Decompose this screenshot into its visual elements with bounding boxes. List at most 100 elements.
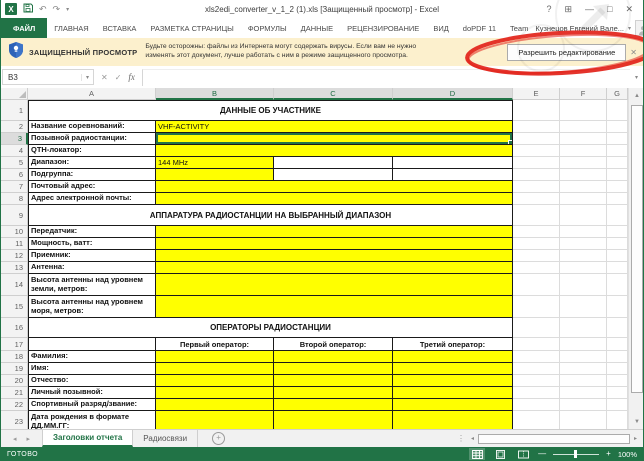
cell-empty[interactable]: [607, 133, 628, 145]
cell-value[interactable]: [156, 411, 274, 429]
cell-value[interactable]: [393, 375, 513, 387]
row-header-23[interactable]: 23: [1, 411, 28, 429]
cell-label[interactable]: Дата рождения в формате ДД.ММ.ГГ:: [28, 411, 156, 429]
cell-label[interactable]: QTH-локатор:: [28, 145, 156, 157]
warning-close-icon[interactable]: ✕: [630, 48, 643, 57]
cell-value[interactable]: [156, 169, 274, 181]
operator-header-cell[interactable]: Первый оператор:: [156, 338, 274, 351]
horizontal-scrollbar[interactable]: ◂ ▸: [469, 433, 639, 444]
select-all-corner[interactable]: [1, 88, 28, 100]
cell-empty[interactable]: [607, 193, 628, 205]
row-header-9[interactable]: 9: [1, 205, 28, 226]
ribbon-tab-0[interactable]: ФАЙЛ: [1, 18, 48, 38]
cell-empty[interactable]: [607, 375, 628, 387]
ribbon-tab-4[interactable]: ФОРМУЛЫ: [241, 18, 294, 38]
cell-value[interactable]: [393, 387, 513, 399]
scroll-down-icon[interactable]: ▼: [629, 414, 643, 429]
avatar[interactable]: [635, 20, 643, 36]
scroll-left-icon[interactable]: ◂: [469, 435, 476, 442]
row-header-16[interactable]: 16: [1, 318, 28, 338]
row-header-22[interactable]: 22: [1, 399, 28, 411]
user-caret-icon[interactable]: ▾: [628, 25, 631, 32]
cell-value[interactable]: [156, 351, 274, 363]
cell-empty[interactable]: [560, 363, 607, 375]
sheet-tab-0[interactable]: Заголовки отчета: [42, 430, 134, 447]
cell-empty[interactable]: [607, 363, 628, 375]
cell-empty[interactable]: [560, 387, 607, 399]
cell-value[interactable]: [274, 411, 393, 429]
cell-value[interactable]: [156, 181, 513, 193]
cell-empty[interactable]: [607, 296, 628, 318]
row-header-12[interactable]: 12: [1, 250, 28, 262]
row-header-4[interactable]: 4: [1, 145, 28, 157]
row-header-18[interactable]: 18: [1, 351, 28, 363]
cell-value[interactable]: [393, 363, 513, 375]
ribbon-tab-1[interactable]: ГЛАВНАЯ: [47, 18, 95, 38]
cell-empty[interactable]: [560, 375, 607, 387]
cell-label[interactable]: Передатчик:: [28, 226, 156, 238]
row-header-15[interactable]: 15: [1, 296, 28, 318]
cell-empty[interactable]: [560, 274, 607, 296]
cell-empty[interactable]: [513, 145, 560, 157]
minimize-button[interactable]: —: [585, 4, 594, 14]
ribbon-tab-9[interactable]: Team: [503, 18, 535, 38]
cell-label[interactable]: Отчество:: [28, 375, 156, 387]
cell-empty[interactable]: [560, 351, 607, 363]
column-header-B[interactable]: B: [156, 88, 274, 100]
cell-empty[interactable]: [513, 169, 560, 181]
cell-empty[interactable]: [560, 226, 607, 238]
cell-empty[interactable]: [513, 250, 560, 262]
column-header-C[interactable]: C: [274, 88, 393, 100]
cell-empty[interactable]: [393, 157, 513, 169]
add-sheet-button[interactable]: +: [212, 432, 226, 445]
cell-value[interactable]: [274, 363, 393, 375]
row-header-17[interactable]: 17: [1, 338, 28, 351]
row-header-6[interactable]: 6: [1, 169, 28, 181]
next-sheet-icon[interactable]: ▸: [27, 435, 31, 443]
horizontal-scroll-thumb[interactable]: [477, 433, 630, 444]
name-box[interactable]: B3 ▾: [2, 69, 94, 85]
cell-empty[interactable]: [513, 399, 560, 411]
cell-empty[interactable]: [560, 100, 607, 121]
cell-empty[interactable]: [513, 181, 560, 193]
cell-empty[interactable]: [513, 121, 560, 133]
cell-empty[interactable]: [607, 250, 628, 262]
fill-handle[interactable]: [508, 140, 512, 144]
cell-label[interactable]: Название соревнований:: [28, 121, 156, 133]
row-header-13[interactable]: 13: [1, 262, 28, 274]
row-header-14[interactable]: 14: [1, 274, 28, 296]
cell-empty[interactable]: [560, 157, 607, 169]
row-header-21[interactable]: 21: [1, 387, 28, 399]
ribbon-display-options-button[interactable]: ⊞: [564, 4, 572, 15]
cell-empty[interactable]: [513, 318, 560, 338]
cell-empty[interactable]: [274, 157, 393, 169]
ribbon-tab-7[interactable]: ВИД: [426, 18, 455, 38]
section-title-cell[interactable]: ДАННЫЕ ОБ УЧАСТНИКЕ: [28, 100, 513, 121]
cell-value[interactable]: [156, 226, 513, 238]
vertical-scroll-thumb[interactable]: [631, 105, 643, 393]
cell-empty[interactable]: [513, 226, 560, 238]
cell-empty[interactable]: [607, 181, 628, 193]
cell-value[interactable]: [156, 262, 513, 274]
column-header-D[interactable]: D: [393, 88, 513, 100]
expand-formula-bar-icon[interactable]: ▾: [630, 74, 643, 81]
cell-empty[interactable]: [560, 145, 607, 157]
cell-empty[interactable]: [560, 133, 607, 145]
excel-logo-icon[interactable]: X: [5, 3, 17, 15]
row-header-20[interactable]: 20: [1, 375, 28, 387]
cell-empty[interactable]: [513, 205, 560, 226]
section-title-cell[interactable]: АППАРАТУРА РАДИОСТАНЦИИ НА ВЫБРАННЫЙ ДИА…: [28, 205, 513, 226]
cell-value[interactable]: [274, 375, 393, 387]
cell-value[interactable]: [393, 399, 513, 411]
ribbon-tab-6[interactable]: РЕЦЕНЗИРОВАНИЕ: [340, 18, 426, 38]
cell-value[interactable]: [393, 351, 513, 363]
column-header-A[interactable]: A: [28, 88, 156, 100]
cell-value[interactable]: VHF-ACTIVITY: [156, 121, 513, 133]
prev-sheet-icon[interactable]: ◂: [13, 435, 17, 443]
cell-empty[interactable]: [560, 205, 607, 226]
qat-customize-icon[interactable]: ▾: [66, 6, 69, 13]
cell-label[interactable]: Приемник:: [28, 250, 156, 262]
enter-icon[interactable]: ✓: [115, 73, 122, 82]
cell-empty[interactable]: [607, 399, 628, 411]
page-break-preview-icon[interactable]: [515, 448, 531, 460]
